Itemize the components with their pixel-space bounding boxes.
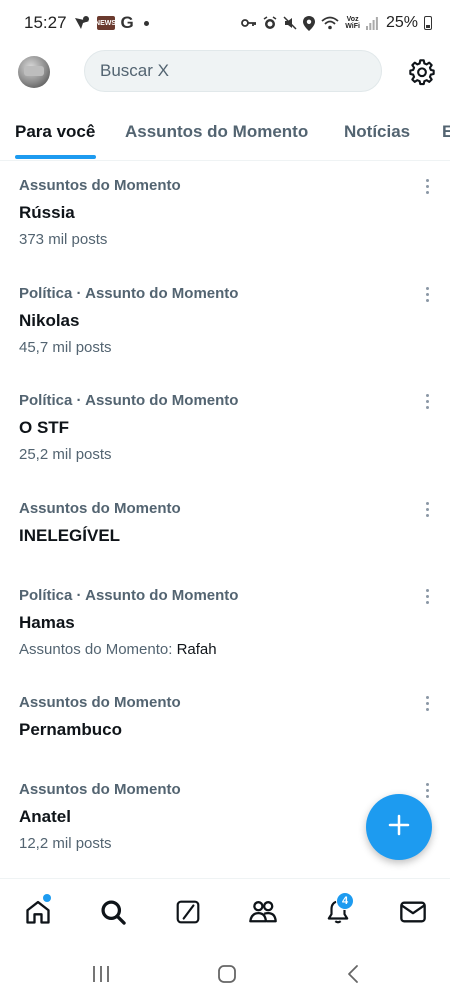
- compose-post-button[interactable]: [366, 794, 432, 860]
- home-button-icon[interactable]: [215, 962, 239, 986]
- location-icon: [303, 15, 316, 31]
- trend-name: Pernambuco: [19, 720, 122, 739]
- status-right: Voz WiFi 25%: [241, 14, 432, 32]
- trend-category: Assuntos do Momento: [19, 694, 181, 711]
- trend-name: Hamas: [19, 613, 75, 632]
- mute-icon: [283, 16, 297, 30]
- trend-name: O STF: [19, 418, 70, 437]
- home-unread-dot: [43, 894, 51, 902]
- more-options-icon[interactable]: [418, 283, 436, 305]
- news-app-icon: NEWS: [95, 16, 116, 30]
- trend-post-count: 25,2 mil posts: [19, 446, 112, 463]
- trend-name: Nikolas: [19, 311, 80, 330]
- grok-icon[interactable]: [173, 897, 203, 927]
- more-options-icon[interactable]: [418, 585, 436, 607]
- status-bar: 15:27 NEWS G Voz WiFi 25%: [0, 0, 450, 46]
- alarm-icon: [263, 16, 277, 30]
- trend-category: Política · Assunto do Momento: [19, 285, 239, 302]
- google-icon: G: [120, 13, 134, 32]
- signal-icon: [365, 16, 378, 30]
- maps-pin-icon: [73, 15, 91, 31]
- trend-related: Assuntos do Momento: Rafah: [19, 641, 217, 658]
- notification-badge: 4: [336, 892, 354, 910]
- trend-name: Anatel: [19, 807, 71, 826]
- trend-name: Rússia: [19, 203, 75, 222]
- avatar[interactable]: [18, 56, 50, 88]
- more-dot-icon: [143, 20, 149, 26]
- more-options-icon[interactable]: [418, 779, 436, 801]
- tab-para-voce[interactable]: Para você: [15, 122, 95, 142]
- more-options-icon[interactable]: [418, 390, 436, 412]
- battery-percent: 25%: [385, 14, 418, 31]
- bottom-navigation: 4: [0, 878, 450, 944]
- battery-icon: [424, 16, 432, 30]
- trend-category: Política · Assunto do Momento: [19, 392, 239, 409]
- active-tab-indicator: [15, 155, 96, 159]
- tab-assuntos-do-momento[interactable]: Assuntos do Momento: [125, 122, 308, 142]
- explore-tabs: Para você Assuntos do Momento Notícias E: [0, 110, 450, 161]
- trend-post-count: 45,7 mil posts: [19, 339, 112, 356]
- recent-apps-icon[interactable]: [89, 962, 113, 986]
- trend-category: Política · Assunto do Momento: [19, 587, 239, 604]
- plus-icon: [388, 814, 410, 841]
- system-navigation-bar: [0, 944, 450, 1000]
- trend-category: Assuntos do Momento: [19, 500, 181, 517]
- trend-name: INELEGÍVEL: [19, 526, 121, 545]
- search-icon[interactable]: [98, 897, 128, 927]
- top-header: Buscar X: [0, 48, 450, 96]
- gear-icon[interactable]: [408, 58, 436, 86]
- trend-post-count: 12,2 mil posts: [19, 835, 112, 852]
- search-placeholder: Buscar X: [100, 61, 169, 80]
- trend-category: Assuntos do Momento: [19, 177, 181, 194]
- trend-related-term: Rafah: [176, 641, 217, 658]
- status-left: 15:27 NEWS G: [24, 13, 149, 33]
- more-options-icon[interactable]: [418, 692, 436, 714]
- wifi-icon: [321, 16, 339, 30]
- communities-icon[interactable]: [248, 897, 278, 927]
- back-icon[interactable]: [341, 962, 365, 986]
- search-input[interactable]: Buscar X: [84, 50, 382, 92]
- messages-icon[interactable]: [398, 897, 428, 927]
- clock: 15:27: [24, 13, 67, 32]
- more-options-icon[interactable]: [418, 175, 436, 197]
- tab-noticias[interactable]: Notícias: [344, 122, 410, 142]
- voz-wifi-icon: Voz WiFi: [345, 16, 360, 30]
- trend-post-count: 373 mil posts: [19, 231, 108, 248]
- trend-category: Assuntos do Momento: [19, 781, 181, 798]
- tab-esportes[interactable]: E: [442, 122, 450, 142]
- key-icon: [241, 17, 257, 29]
- more-options-icon[interactable]: [418, 498, 436, 520]
- trend-related-prefix: Assuntos do Momento:: [19, 641, 177, 658]
